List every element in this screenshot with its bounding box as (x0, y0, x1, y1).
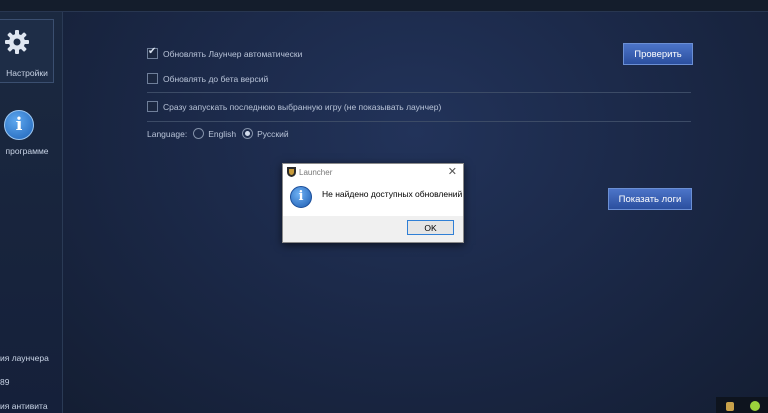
auto-update-label: Обновлять Лаунчер автоматически (163, 49, 303, 59)
sidebar-item-about-label: программе (5, 146, 49, 156)
launch-last-checkbox[interactable] (147, 101, 158, 113)
close-icon[interactable]: ✕ (448, 165, 457, 178)
sidebar: Настройки i программе ия лаунчера 89 ия … (0, 12, 63, 413)
language-label: Language: (147, 129, 188, 139)
language-row: Language: English Русский (147, 128, 289, 140)
tray-app-icon[interactable] (726, 402, 734, 411)
check-updates-button[interactable]: Проверить (623, 43, 693, 65)
dialog-body: i Не найдено доступных обновлений (283, 181, 463, 216)
version-number: 89 (0, 377, 10, 387)
checkmark-icon: ✔ (148, 46, 157, 58)
system-tray (716, 397, 768, 413)
divider (147, 92, 691, 93)
show-logs-button[interactable]: Показать логи (608, 188, 692, 210)
beta-label: Обновлять до бета версий (163, 74, 269, 84)
language-radio-russian[interactable] (242, 128, 254, 140)
tray-status-icon[interactable] (750, 401, 760, 411)
information-icon: i (290, 186, 312, 208)
auto-update-option[interactable]: ✔ Обновлять Лаунчер автоматически (147, 46, 303, 60)
divider (147, 121, 691, 122)
dialog-titlebar[interactable]: Launcher ✕ (283, 164, 463, 181)
beta-option[interactable]: Обновлять до бета версий (147, 73, 269, 85)
language-option-english[interactable]: English (208, 129, 236, 139)
sidebar-item-about[interactable]: i программе (0, 107, 54, 167)
gear-icon (5, 30, 29, 54)
info-icon: i (4, 110, 34, 140)
launch-last-option[interactable]: Сразу запускать последнюю выбранную игру… (147, 101, 442, 113)
launcher-app-icon (287, 167, 296, 177)
language-radio-english[interactable] (193, 128, 205, 140)
sidebar-item-settings[interactable]: Настройки (0, 19, 54, 83)
anticheat-version-label: ия антивита (0, 401, 48, 411)
dialog-title: Launcher (299, 168, 333, 177)
dialog-footer: OK (283, 216, 463, 242)
launcher-version-label: ия лаунчера (0, 353, 49, 363)
update-dialog: Launcher ✕ i Не найдено доступных обновл… (282, 163, 464, 243)
language-option-russian[interactable]: Русский (257, 129, 289, 139)
sidebar-item-settings-label: Настройки (6, 68, 48, 78)
auto-update-checkbox[interactable]: ✔ (147, 46, 158, 60)
dialog-message: Не найдено доступных обновлений (322, 189, 463, 199)
launch-last-label: Сразу запускать последнюю выбранную игру… (163, 102, 442, 112)
beta-checkbox[interactable] (147, 73, 158, 85)
ok-button[interactable]: OK (407, 220, 454, 235)
top-bar (0, 0, 768, 12)
